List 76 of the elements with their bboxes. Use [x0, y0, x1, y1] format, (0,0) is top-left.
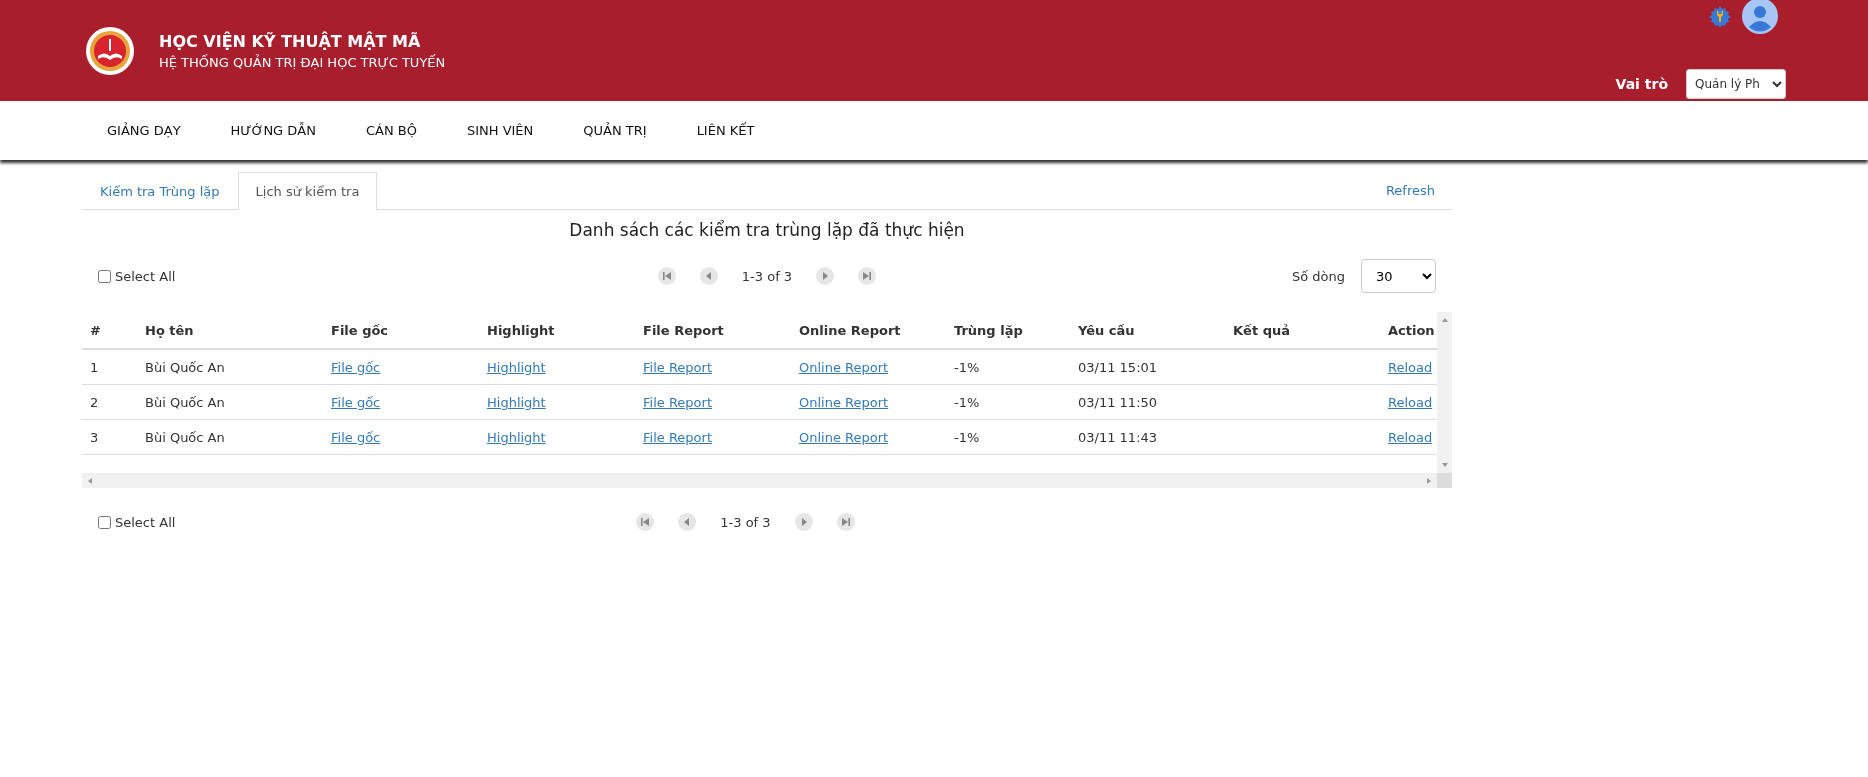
table-cell: 03/11 15:01	[1070, 349, 1225, 385]
table-cell: -1%	[946, 349, 1070, 385]
table-cell: -1%	[946, 419, 1070, 455]
column-header: Highlight	[479, 312, 635, 349]
next-page-icon[interactable]	[794, 513, 813, 531]
table-cell: -1%	[946, 384, 1070, 420]
table-link[interactable]: Highlight	[487, 359, 546, 375]
avatar-icon[interactable]	[1742, 0, 1778, 34]
select-all-label[interactable]: Select All	[115, 268, 176, 284]
table-link[interactable]: File Report	[643, 429, 712, 445]
academy-name: HỌC VIỆN KỸ THUẬT MẬT MÃ	[159, 31, 422, 51]
first-page-icon[interactable]	[657, 267, 676, 285]
rows-per-page-dropdown[interactable]: 30	[1361, 259, 1436, 293]
list-title: Danh sách các kiểm tra trùng lặp đã thực hiện	[568, 220, 966, 240]
column-header: Online Report	[791, 312, 946, 349]
last-page-icon[interactable]	[836, 513, 855, 531]
tab[interactable]: Kiểm tra Trùng lặp	[82, 172, 238, 209]
rows-per-page-label: Số dòng	[1291, 268, 1345, 284]
table-link[interactable]: Reload	[1388, 394, 1433, 410]
table-link[interactable]: Online Report	[799, 359, 889, 375]
table-link[interactable]: File gốc	[331, 429, 381, 445]
table-cell: Bùi Quốc An	[137, 419, 323, 455]
table-link[interactable]: File Report	[643, 359, 712, 375]
scroll-left-icon[interactable]	[86, 476, 94, 485]
refresh-link[interactable]: Refresh	[1385, 172, 1452, 209]
system-name: HỆ THỐNG QUẢN TRỊ ĐẠI HỌC TRỰC TUYẾN	[159, 54, 446, 70]
scroll-right-icon[interactable]	[1425, 476, 1433, 485]
table-cell: 3	[82, 419, 137, 455]
nav-menu-item[interactable]: CÁN BỘ	[340, 123, 442, 138]
select-all-checkbox[interactable]	[98, 515, 111, 529]
tab[interactable]: Lịch sử kiểm tra	[237, 172, 378, 210]
settings-icon[interactable]	[1708, 4, 1732, 28]
nav-menu-item[interactable]: HƯỚNG DẪN	[205, 123, 341, 138]
scroll-down-icon[interactable]	[1440, 461, 1449, 469]
nav-menu-item[interactable]: LIÊN KẾT	[671, 123, 780, 138]
column-header: Trùng lặp	[946, 312, 1070, 349]
table-link[interactable]: Highlight	[487, 429, 546, 445]
table-link[interactable]: File gốc	[331, 359, 381, 375]
table-cell: Bùi Quốc An	[137, 384, 323, 420]
next-page-icon[interactable]	[816, 267, 835, 285]
column-header: Kết quả	[1225, 312, 1380, 349]
first-page-icon[interactable]	[636, 513, 655, 531]
academy-logo	[85, 25, 135, 76]
nav-menu-item[interactable]: SINH VIÊN	[441, 123, 559, 138]
table-cell: Bùi Quốc An	[137, 349, 323, 385]
scrollbar-corner	[1437, 473, 1452, 488]
nav-menu-item[interactable]: QUẢN TRỊ	[558, 123, 672, 138]
table-cell: 2	[82, 384, 137, 420]
table-link[interactable]: File gốc	[331, 394, 381, 410]
previous-page-icon[interactable]	[678, 513, 697, 531]
horizontal-scrollbar[interactable]	[82, 473, 1437, 488]
role-dropdown[interactable]: Quản lý Ph	[1686, 69, 1786, 99]
table-link[interactable]: Reload	[1388, 359, 1433, 375]
page-range: 1-3 of 3	[720, 514, 771, 530]
column-header: Họ tên	[137, 312, 323, 349]
column-header: File Report	[635, 312, 791, 349]
table-link[interactable]: Reload	[1388, 429, 1433, 445]
table-link[interactable]: Online Report	[799, 429, 889, 445]
column-header: #	[82, 312, 137, 349]
select-all-checkbox[interactable]	[98, 269, 111, 283]
table-cell: 03/11 11:43	[1070, 419, 1225, 455]
scroll-up-icon[interactable]	[1440, 316, 1449, 324]
vertical-scrollbar[interactable]	[1437, 312, 1452, 473]
column-header: File gốc	[323, 312, 479, 349]
last-page-icon[interactable]	[858, 267, 877, 285]
table-link[interactable]: File Report	[643, 394, 712, 410]
nav-menu-item[interactable]: GIẢNG DẠY	[82, 123, 206, 138]
table-cell: 03/11 11:50	[1070, 384, 1225, 420]
table-link[interactable]: Highlight	[487, 394, 546, 410]
previous-page-icon[interactable]	[699, 267, 718, 285]
column-header: Yêu cầu	[1070, 312, 1225, 349]
page-range: 1-3 of 3	[741, 268, 793, 284]
role-label: Vai trò	[1615, 76, 1668, 92]
select-all-label[interactable]: Select All	[115, 514, 176, 530]
table-link[interactable]: Online Report	[799, 394, 889, 410]
table-cell: 1	[82, 349, 137, 385]
